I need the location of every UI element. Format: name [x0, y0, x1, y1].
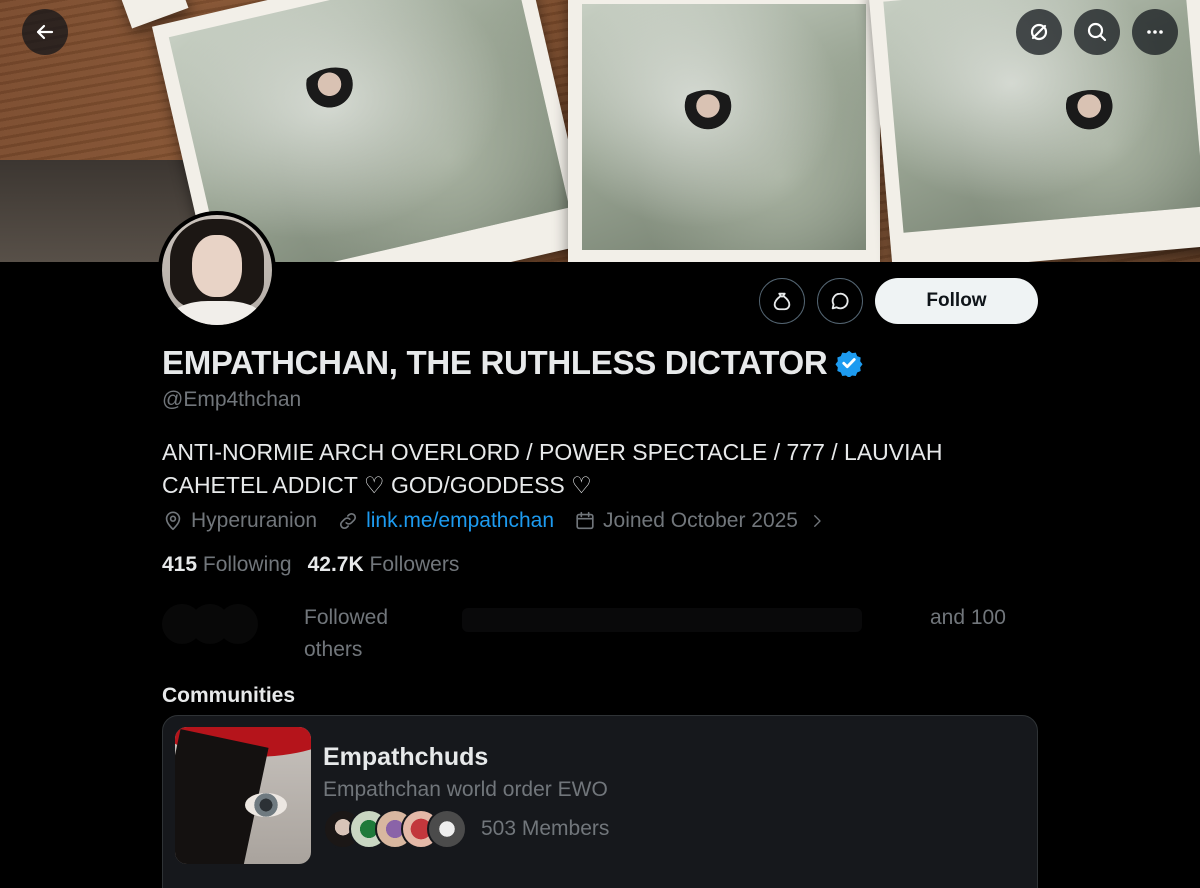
- avatar-image: [162, 215, 272, 325]
- grok-button[interactable]: [1016, 9, 1062, 55]
- more-icon: [1147, 30, 1163, 34]
- website-link[interactable]: link.me/empathchan: [337, 509, 554, 533]
- community-card[interactable]: Empathchuds Empathchan world order EWO 5…: [162, 715, 1038, 888]
- followed-by[interactable]: Followed others and 100: [162, 600, 1032, 666]
- followed-by-prefix: Followed others: [304, 606, 389, 661]
- more-button[interactable]: [1132, 9, 1178, 55]
- joined-chevron[interactable]: [814, 512, 826, 530]
- banner-polaroid-2: [568, 0, 880, 262]
- followed-by-avatars: [162, 604, 292, 660]
- following-count: 415: [162, 553, 198, 576]
- joined-date[interactable]: Joined October 2025: [574, 509, 798, 533]
- communities-heading: Communities: [162, 684, 296, 707]
- calendar-icon: [576, 511, 594, 530]
- avatar[interactable]: [158, 211, 276, 329]
- grok-icon: [1030, 23, 1048, 41]
- community-description: Empathchan world order EWO: [323, 778, 608, 801]
- profile-meta: Hyperuranion link.me/empathchan Joined O…: [162, 509, 846, 533]
- joined-text: Joined October 2025: [603, 509, 798, 532]
- followed-by-names-obscured: [462, 608, 862, 632]
- location-text: Hyperuranion: [191, 509, 318, 532]
- following-stat[interactable]: 415 Following: [162, 553, 292, 577]
- community-name[interactable]: Empathchuds: [323, 743, 488, 772]
- followers-stat[interactable]: 42.7K Followers: [308, 553, 460, 577]
- followers-label: Followers: [369, 553, 460, 576]
- community-member-count: 503 Members: [481, 817, 610, 840]
- tip-button[interactable]: [759, 278, 805, 324]
- search-button[interactable]: [1074, 9, 1120, 55]
- follow-button[interactable]: Follow: [875, 278, 1038, 324]
- followers-count: 42.7K: [307, 553, 364, 576]
- community-image: [175, 727, 311, 864]
- back-button[interactable]: [22, 9, 68, 55]
- verified-badge-icon[interactable]: [835, 349, 863, 377]
- bio: ANTI-NORMIE ARCH OVERLORD / POWER SPECTA…: [162, 439, 943, 498]
- followed-by-suffix: and 100: [930, 606, 1006, 629]
- handle: @Emp4thchan: [162, 388, 302, 411]
- location: Hyperuranion: [162, 509, 317, 533]
- message-icon: [831, 292, 849, 310]
- link-icon: [340, 512, 357, 530]
- chevron-right-icon: [814, 515, 821, 527]
- following-label: Following: [202, 553, 292, 576]
- arrow-left-icon: [36, 24, 54, 40]
- follow-stats: 415 Following 42.7K Followers: [162, 553, 475, 577]
- display-name: EMPATHCHAN, THE RUTHLESS DICTATOR: [162, 344, 828, 381]
- website-link-text[interactable]: link.me/empathchan: [366, 509, 554, 533]
- money-bag-icon: [773, 292, 791, 311]
- location-pin-icon: [165, 511, 181, 531]
- name-row: EMPATHCHAN, THE RUTHLESS DICTATOR: [162, 344, 863, 382]
- search-icon: [1087, 22, 1107, 42]
- member-avatar: [427, 809, 467, 849]
- community-members: 503 Members: [323, 809, 609, 849]
- message-button[interactable]: [817, 278, 863, 324]
